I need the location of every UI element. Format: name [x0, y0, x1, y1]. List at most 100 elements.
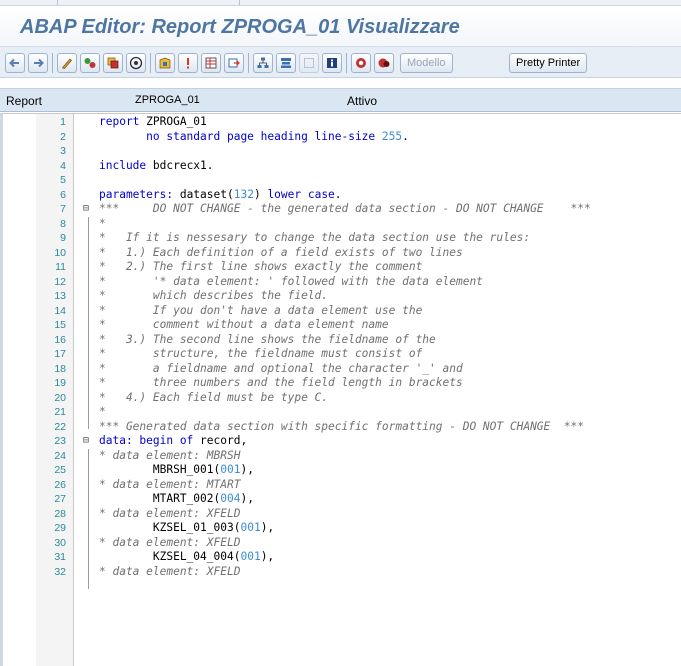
- modello-button[interactable]: Modello: [400, 53, 453, 73]
- line-number: 4: [60, 159, 66, 172]
- code-token: MBRSH_001: [99, 463, 214, 476]
- info-icon[interactable]: [322, 53, 342, 73]
- code-token: ),: [260, 521, 275, 534]
- status-text: Attivo: [347, 94, 378, 108]
- code-line[interactable]: 19 * three numbers and the field length i…: [3, 376, 681, 391]
- concatenate-icon[interactable]: [374, 53, 394, 73]
- code-text: data: begin of record,: [99, 434, 247, 449]
- code-token: (: [226, 187, 234, 201]
- code-token: * data element: XFELD: [99, 506, 241, 520]
- code-token: 004: [220, 492, 241, 505]
- enhance-icon[interactable]: [276, 53, 296, 73]
- code-token: * structure, the fieldname must consist …: [99, 347, 423, 360]
- line-number: 25: [54, 464, 66, 476]
- code-text: KZSEL_01_003(001),: [99, 521, 274, 536]
- code-text: * data element: MBRSH: [99, 449, 240, 464]
- other-object-icon[interactable]: [80, 53, 100, 73]
- code-token: * which describes the field.: [99, 289, 329, 302]
- code-editor[interactable]: 1 report ZPROGA_01 2 no standard page head…: [0, 113, 681, 666]
- code-token: parameters:: [99, 187, 180, 201]
- code-text: *: [99, 217, 106, 232]
- line-number: 17: [54, 348, 66, 360]
- code-token: ZPROGA_01: [146, 115, 207, 128]
- code-token: bdcrecx1.: [152, 158, 214, 172]
- code-line[interactable]: 26 * data element: MTART: [3, 478, 681, 493]
- code-line[interactable]: 14 * If you don't have a data element use…: [3, 304, 681, 319]
- code-token: KZSEL_04_004: [99, 550, 234, 563]
- code-line[interactable]: 10 * 1.) Each definition of a field exist…: [3, 246, 681, 261]
- line-number: 15: [54, 319, 66, 331]
- display-change-icon[interactable]: [57, 53, 77, 73]
- code-line[interactable]: 30 * data element: XFELD: [3, 536, 681, 551]
- code-line[interactable]: 31 KZSEL_04_004(001),: [3, 550, 681, 565]
- code-text: *** Generated data section with specific…: [99, 420, 584, 435]
- check-icon[interactable]: [126, 53, 146, 73]
- code-text: * 1.) Each definition of a field exists …: [99, 246, 463, 261]
- code-token: * data element: XFELD: [99, 535, 241, 549]
- code-token: report: [99, 115, 147, 128]
- code-line[interactable]: 11 * 2.) The first line shows exactly the…: [3, 260, 681, 275]
- program-info-bar: Report ZPROGA_01 Attivo: [0, 88, 681, 112]
- code-token: ),: [240, 492, 254, 505]
- code-line[interactable]: 32 * data element: XFELD: [3, 565, 681, 580]
- code-text: parameters: dataset(132) lower case.: [99, 188, 342, 203]
- code-text: * If it is nessesary to change the data …: [99, 231, 530, 246]
- back-arrow-icon[interactable]: [5, 53, 25, 73]
- code-line[interactable]: 28 * data element: XFELD: [3, 507, 681, 522]
- code-line[interactable]: 22 *** Generated data section with specif…: [3, 420, 681, 435]
- title-bar: ABAP Editor: Report ZPROGA_01 Visualizza…: [0, 6, 681, 46]
- code-line[interactable]: 4 include bdcrecx1.: [3, 159, 681, 174]
- code-line[interactable]: 1 report ZPROGA_01: [3, 115, 681, 130]
- fold-toggle-icon[interactable]: ⊟: [83, 434, 95, 449]
- pretty-printer-button[interactable]: Pretty Printer: [509, 53, 588, 73]
- line-number: 31: [54, 551, 66, 563]
- line-number: 12: [54, 275, 66, 288]
- line-number: 22: [54, 420, 66, 433]
- breakpoint-icon[interactable]: [299, 53, 319, 73]
- code-line[interactable]: 13 * which describes the field.: [3, 289, 681, 304]
- toolbar-separator: [52, 53, 53, 73]
- code-line[interactable]: 21 *: [3, 405, 681, 420]
- activate-icon[interactable]: [103, 53, 123, 73]
- line-number: 29: [54, 522, 66, 534]
- code-line[interactable]: 23 ⊟ data: begin of record,: [3, 434, 681, 449]
- code-line[interactable]: 6 parameters: dataset(132) lower case.: [3, 188, 681, 203]
- code-line[interactable]: 17 * structure, the fieldname must consis…: [3, 347, 681, 362]
- line-number: 3: [60, 145, 66, 157]
- line-number: 32: [54, 565, 66, 578]
- code-token: 001: [240, 550, 261, 563]
- line-number: 16: [54, 333, 66, 346]
- code-line[interactable]: 24 * data element: MBRSH: [3, 449, 681, 464]
- code-line[interactable]: 20 * 4.) Each field must be type C.: [3, 391, 681, 406]
- code-text: * which describes the field.: [99, 289, 328, 304]
- code-line[interactable]: 7 ⊟ *** DO NOT CHANGE - the generated data…: [3, 202, 681, 217]
- line-number: 9: [60, 232, 66, 244]
- test-icon[interactable]: [155, 53, 175, 73]
- code-text: * If you don't have a data element use t…: [99, 304, 422, 319]
- display-object-list-icon[interactable]: [253, 53, 273, 73]
- code-line[interactable]: 29 KZSEL_01_003(001),: [3, 521, 681, 536]
- where-used-icon[interactable]: [178, 53, 198, 73]
- code-line[interactable]: 2 no standard page heading line-size 255…: [3, 130, 681, 145]
- code-token: *: [99, 216, 106, 230]
- code-token: record,: [200, 434, 248, 447]
- code-line[interactable]: 25 MBRSH_001(001),: [3, 463, 681, 478]
- fold-toggle-icon[interactable]: ⊟: [83, 202, 95, 217]
- pattern-icon[interactable]: [351, 53, 371, 73]
- code-line[interactable]: 9 * If it is nessesary to change the data…: [3, 231, 681, 246]
- code-line[interactable]: 15 * comment without a data element name: [3, 318, 681, 333]
- code-line[interactable]: 12 * '* data element: ' followed with the…: [3, 275, 681, 290]
- forward-arrow-icon[interactable]: [28, 53, 48, 73]
- code-line[interactable]: 8 *: [3, 217, 681, 232]
- code-text: * data element: XFELD: [99, 507, 240, 522]
- object-list-icon[interactable]: [201, 53, 221, 73]
- code-line[interactable]: 5: [3, 173, 681, 188]
- code-line[interactable]: 18 * a fieldname and optional the charact…: [3, 362, 681, 377]
- code-token: *** DO NOT CHANGE - the generated data s…: [99, 202, 591, 215]
- navigation-window-icon[interactable]: [224, 53, 244, 73]
- code-text: * comment without a data element name: [99, 318, 389, 333]
- code-token: * '* data element: ' followed with the d…: [99, 274, 483, 288]
- code-line[interactable]: 3: [3, 144, 681, 159]
- code-line[interactable]: 27 MTART_002(004),: [3, 492, 681, 507]
- code-line[interactable]: 16 * 3.) The second line shows the fieldn…: [3, 333, 681, 348]
